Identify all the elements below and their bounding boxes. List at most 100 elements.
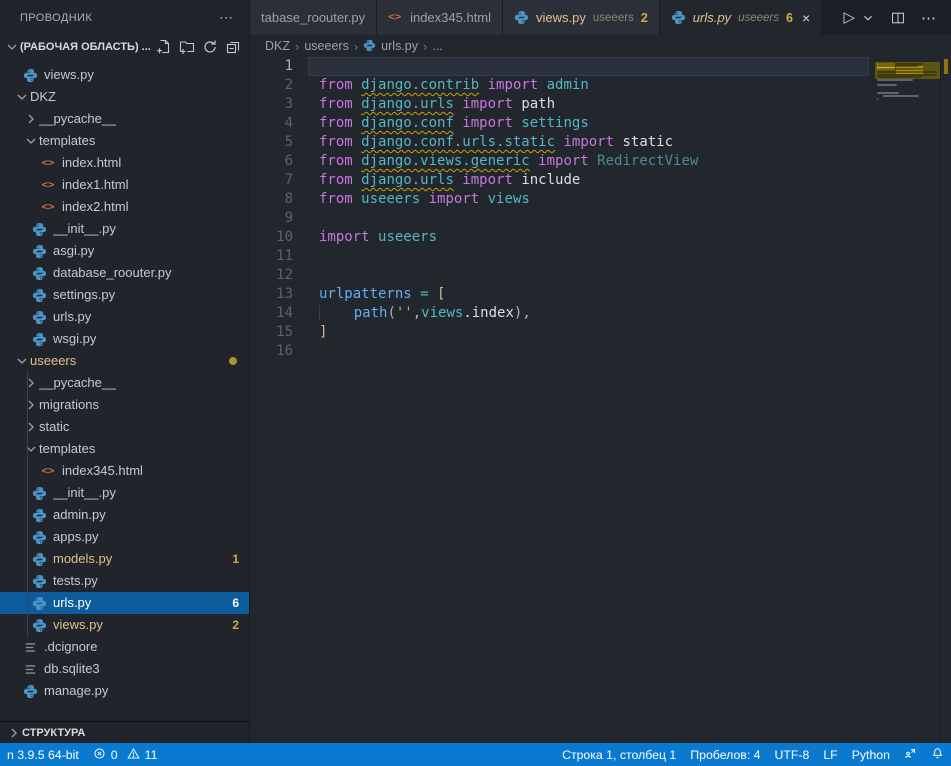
python-icon: [31, 529, 47, 545]
code-line-1[interactable]: 1: [250, 57, 875, 76]
line-number: 3: [250, 95, 293, 114]
tree-folder-templates[interactable]: templates: [0, 438, 249, 460]
tab-problems-badge: 6: [786, 11, 793, 25]
tree-file-manage-py[interactable]: manage.py: [0, 680, 249, 702]
tree-item-label: urls.py: [53, 306, 91, 328]
tree-folder-useeers[interactable]: useeers: [0, 350, 249, 372]
code-line-4[interactable]: 4from django.conf import settings: [250, 114, 875, 133]
chevron-down-icon: [23, 441, 39, 457]
line-content: from django.views.generic import Redirec…: [319, 152, 698, 171]
breadcrumb: DKZ›useeers›urls.py›...: [250, 35, 951, 57]
breadcrumb-separator-icon: ›: [295, 39, 299, 54]
tree-file-tests-py[interactable]: tests.py: [0, 570, 249, 592]
tab-index345-html[interactable]: <>index345.html: [377, 0, 503, 35]
code-line-5[interactable]: 5from django.conf.urls.static import sta…: [250, 133, 875, 152]
code-line-15[interactable]: 15]: [250, 323, 875, 342]
breadcrumb-item-dkz[interactable]: DKZ: [265, 39, 290, 53]
new-file-icon[interactable]: [156, 39, 172, 55]
tree-file-views-py[interactable]: views.py2: [0, 614, 249, 636]
breadcrumb-item--[interactable]: ...: [432, 39, 442, 53]
tree-file-index2-html[interactable]: <>index2.html: [0, 196, 249, 218]
breadcrumb-item-useeers[interactable]: useeers: [304, 39, 348, 53]
code-line-8[interactable]: 8from useeers import views: [250, 190, 875, 209]
outline-section-header[interactable]: СТРУКТУРА: [0, 721, 249, 743]
overview-ruler[interactable]: [940, 57, 951, 743]
tree-file--dcignore[interactable]: .dcignore: [0, 636, 249, 658]
code-line-14[interactable]: 14 path('',views.index),: [250, 304, 875, 323]
code-line-13[interactable]: 13urlpatterns = [: [250, 285, 875, 304]
tree-file-db-sqlite3[interactable]: db.sqlite3: [0, 658, 249, 680]
tree-folder-migrations[interactable]: migrations: [0, 394, 249, 416]
status-language-mode[interactable]: Python: [845, 743, 897, 766]
status-cursor-position[interactable]: Строка 1, столбец 1: [555, 743, 683, 766]
tree-file-urls-py[interactable]: urls.py6: [0, 592, 249, 614]
workspace-section-header[interactable]: (РАБОЧАЯ ОБЛАСТЬ) ...: [0, 35, 249, 59]
code-line-16[interactable]: 16: [250, 342, 875, 361]
minimap-line: [877, 84, 897, 86]
tree-file-urls-py[interactable]: urls.py: [0, 306, 249, 328]
code-line-6[interactable]: 6from django.views.generic import Redire…: [250, 152, 875, 171]
split-editor-button[interactable]: [888, 9, 908, 27]
html-icon: <>: [40, 155, 56, 171]
tree-file-settings-py[interactable]: settings.py: [0, 284, 249, 306]
tree-file-admin-py[interactable]: admin.py: [0, 504, 249, 526]
tree-file--init-py[interactable]: __init__.py: [0, 218, 249, 240]
tree-file-database-roouter-py[interactable]: database_roouter.py: [0, 262, 249, 284]
tree-file-wsgi-py[interactable]: wsgi.py: [0, 328, 249, 350]
status-notifications[interactable]: [924, 743, 951, 766]
line-number: 11: [250, 247, 293, 266]
workspace-label: (РАБОЧАЯ ОБЛАСТЬ) ...: [20, 41, 156, 53]
tree-folder--pycache-[interactable]: __pycache__: [0, 108, 249, 130]
refresh-icon[interactable]: [202, 39, 218, 55]
tree-file-index-html[interactable]: <>index.html: [0, 152, 249, 174]
tree-file-asgi-py[interactable]: asgi.py: [0, 240, 249, 262]
html-icon: <>: [40, 177, 56, 193]
minimap[interactable]: [875, 57, 941, 177]
collapse-all-icon[interactable]: [225, 39, 241, 55]
breadcrumb-item-urls-py[interactable]: urls.py: [363, 39, 418, 53]
tree-file-views-py[interactable]: views.py: [0, 64, 249, 86]
code-line-9[interactable]: 9: [250, 209, 875, 228]
tree-folder--pycache-[interactable]: __pycache__: [0, 372, 249, 394]
tab-views-py[interactable]: views.pyuseeers2: [503, 0, 660, 35]
code-line-2[interactable]: 2from django.contrib import admin: [250, 76, 875, 95]
explorer-more-icon[interactable]: ⋯: [215, 9, 237, 26]
tree-file-index1-html[interactable]: <>index1.html: [0, 174, 249, 196]
status-eol[interactable]: LF: [816, 743, 844, 766]
status-encoding[interactable]: UTF-8: [768, 743, 817, 766]
close-icon[interactable]: ×: [802, 11, 810, 25]
tree-file-apps-py[interactable]: apps.py: [0, 526, 249, 548]
status-indentation[interactable]: Пробелов: 4: [683, 743, 767, 766]
tab-urls-py[interactable]: urls.pyuseeers6×: [660, 0, 822, 35]
status-label: Строка 1, столбец 1: [562, 748, 676, 762]
tree-item-label: database_roouter.py: [53, 262, 172, 284]
tree-item-label: __init__.py: [53, 482, 116, 504]
python-icon: [31, 551, 47, 567]
status-problems[interactable]: 011: [86, 743, 165, 766]
code-line-12[interactable]: 12: [250, 266, 875, 285]
status-python-version[interactable]: n 3.9.5 64-bit: [0, 743, 86, 766]
tree-file--init-py[interactable]: __init__.py: [0, 482, 249, 504]
tree-folder-static[interactable]: static: [0, 416, 249, 438]
code-line-7[interactable]: 7from django.urls import include: [250, 171, 875, 190]
python-icon: [31, 287, 47, 303]
tree-item-label: wsgi.py: [53, 328, 96, 350]
code-line-11[interactable]: 11: [250, 247, 875, 266]
new-folder-icon[interactable]: [179, 39, 195, 55]
overview-warning-mark: [944, 59, 948, 74]
tab-tabase-roouter-py[interactable]: tabase_roouter.py: [250, 0, 377, 35]
tree-folder-dkz[interactable]: DKZ: [0, 86, 249, 108]
problems-badge: 2: [232, 614, 239, 636]
run-dropdown-button[interactable]: [858, 9, 878, 27]
tree-folder-templates[interactable]: templates: [0, 130, 249, 152]
status-share-feedback[interactable]: [897, 743, 924, 766]
tree-file-index345-html[interactable]: <>index345.html: [0, 460, 249, 482]
run-button[interactable]: ▷: [840, 8, 858, 27]
code-editor[interactable]: 12from django.contrib import admin3from …: [250, 57, 875, 743]
code-line-10[interactable]: 10import useeers: [250, 228, 875, 247]
more-actions-button[interactable]: ⋯: [918, 7, 939, 29]
file-tree: views.pyDKZ__pycache__templates<>index.h…: [0, 59, 249, 702]
code-line-3[interactable]: 3from django.urls import path: [250, 95, 875, 114]
line-number: 2: [250, 76, 293, 95]
tree-file-models-py[interactable]: models.py1: [0, 548, 249, 570]
